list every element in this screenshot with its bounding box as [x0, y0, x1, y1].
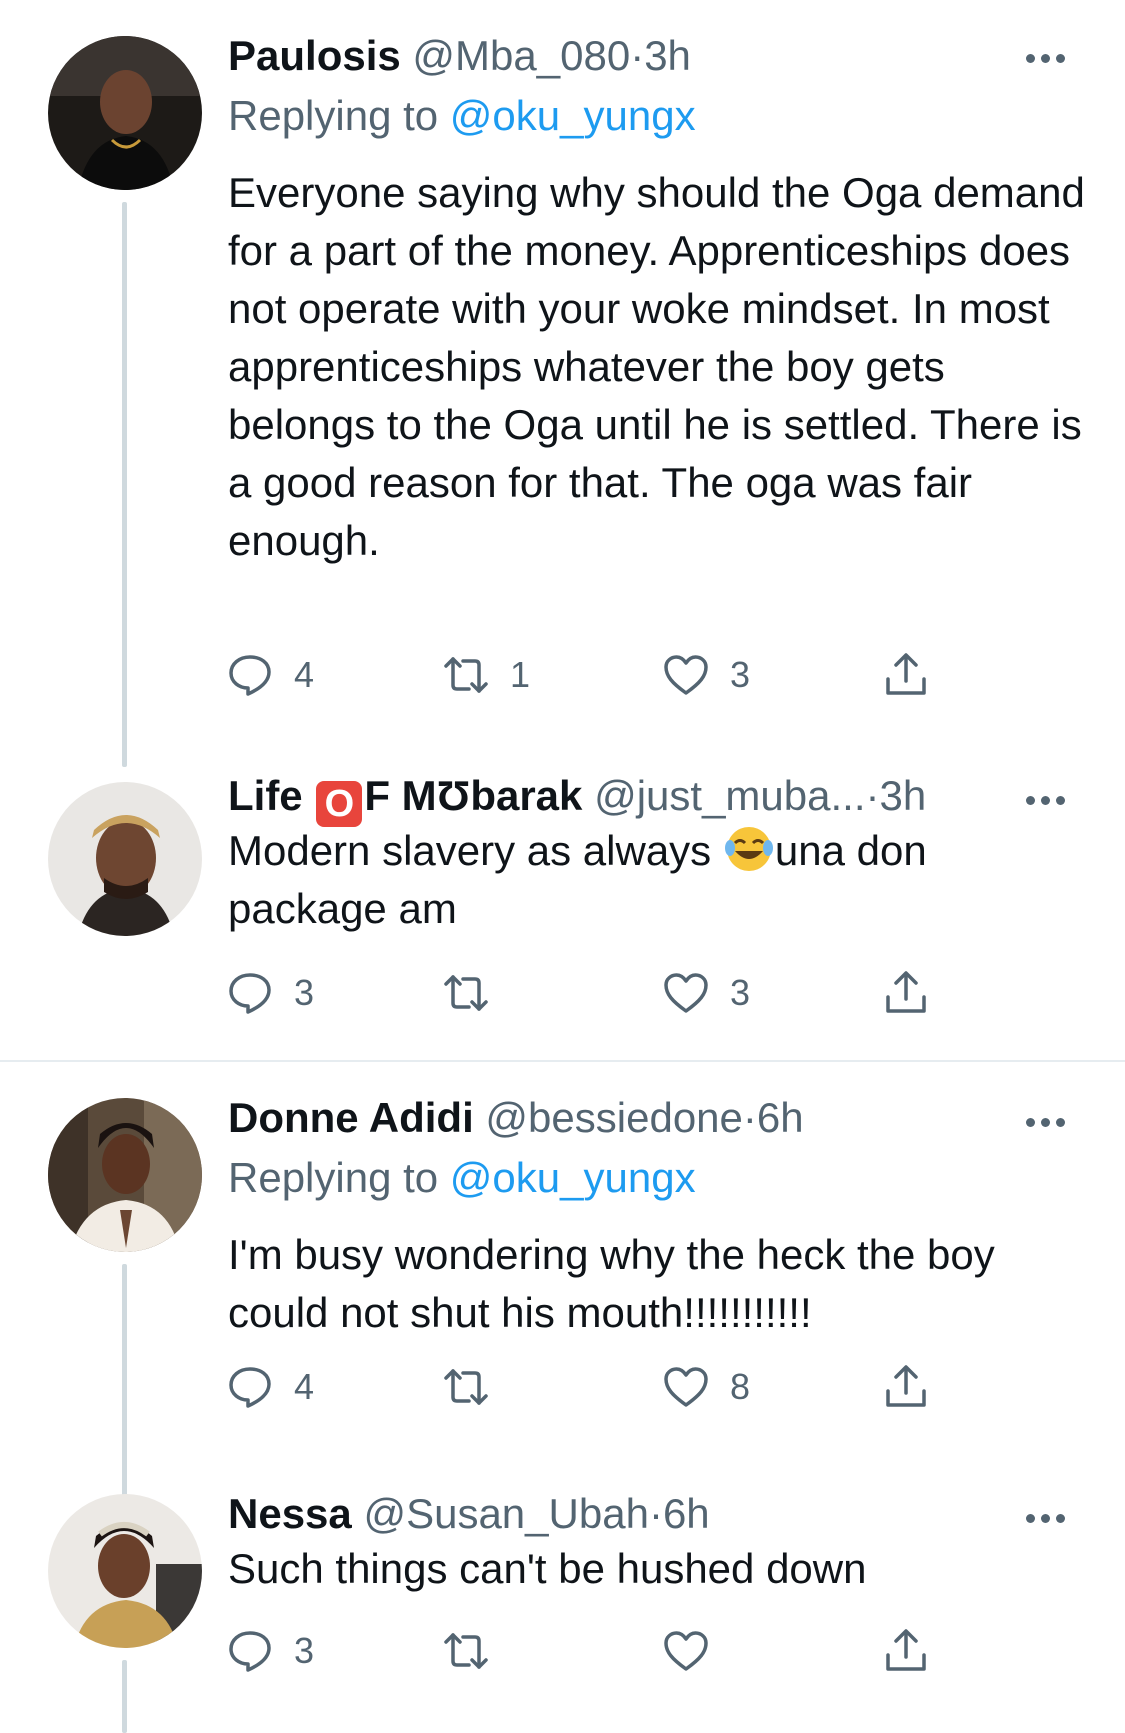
display-name-part1: Life: [228, 772, 315, 819]
retweet-button[interactable]: [442, 1362, 510, 1412]
retweet-button[interactable]: 1: [442, 650, 530, 700]
share-icon: [886, 1629, 926, 1671]
timestamp[interactable]: 6h: [663, 1490, 710, 1537]
reply-icon: [229, 973, 271, 1014]
tweet-header: Life OF MƱbarak @just_muba...·3h: [228, 770, 926, 827]
share-button[interactable]: [882, 968, 930, 1018]
share-icon: [886, 653, 926, 695]
tweet-text: I'm busy wondering why the heck the boy …: [228, 1231, 995, 1336]
reply-mention-link[interactable]: @oku_yungx: [450, 1154, 696, 1201]
heart-icon: [664, 1367, 708, 1407]
display-name[interactable]: Paulosis: [228, 32, 401, 79]
tweet-text: Everyone saying why should the Oga deman…: [228, 169, 1085, 564]
retweet-icon: [444, 975, 488, 1011]
reply-button[interactable]: 3: [226, 1626, 314, 1676]
tweet-header: Donne Adidi @bessiedone·6h: [228, 1092, 804, 1144]
tweet-text: Modern slavery as always una don package…: [228, 822, 1088, 938]
retweet-button[interactable]: [442, 1626, 510, 1676]
share-icon: [886, 971, 926, 1013]
replying-to-label: Replying to: [228, 92, 450, 139]
like-count: 3: [730, 972, 751, 1013]
separator-dot: ·: [865, 772, 880, 819]
reply-count: 3: [294, 972, 315, 1013]
share-button[interactable]: [882, 1626, 930, 1676]
share-icon: [886, 1365, 926, 1407]
display-name[interactable]: Donne Adidi: [228, 1094, 474, 1141]
retweet-icon: [444, 657, 488, 693]
tweet-actions: 3: [226, 1626, 946, 1676]
replying-to: Replying to @oku_yungx: [228, 90, 696, 142]
retweet-icon: [444, 1633, 488, 1669]
like-button[interactable]: 3: [662, 650, 750, 700]
reply-count: 4: [294, 1366, 315, 1407]
like-button[interactable]: [662, 1626, 730, 1676]
tweet-text-part1: Modern slavery as always: [228, 827, 723, 874]
share-button[interactable]: [882, 650, 930, 700]
share-button[interactable]: [882, 1362, 930, 1412]
user-handle[interactable]: @just_muba...: [594, 772, 865, 819]
display-name[interactable]: Nessa: [228, 1490, 352, 1537]
timestamp[interactable]: 3h: [880, 772, 927, 819]
more-options-icon[interactable]: [1026, 1510, 1074, 1524]
more-options-icon[interactable]: [1026, 50, 1074, 64]
retweet-count: 1: [510, 654, 531, 695]
reply-mention-link[interactable]: @oku_yungx: [450, 92, 696, 139]
display-name[interactable]: Life OF MƱbarak: [228, 772, 583, 827]
avatar[interactable]: [48, 1494, 202, 1648]
user-handle[interactable]: @Mba_080: [412, 32, 630, 79]
retweet-icon: [444, 1369, 488, 1405]
tweet-text: Such things can't be hushed down: [228, 1545, 867, 1592]
user-handle[interactable]: @Susan_Ubah: [363, 1490, 649, 1537]
separator-dot: ·: [742, 1094, 757, 1141]
avatar[interactable]: [48, 782, 202, 936]
tweet-actions: 3 3: [226, 968, 946, 1018]
replying-to-label: Replying to: [228, 1154, 450, 1201]
like-count: 8: [730, 1366, 751, 1407]
tweet-header: Nessa @Susan_Ubah·6h: [228, 1488, 710, 1540]
more-options-icon[interactable]: [1026, 1114, 1074, 1128]
tweet-donne-adidi[interactable]: Donne Adidi @bessiedone·6h Replying to @…: [0, 1062, 1125, 1542]
timestamp[interactable]: 3h: [644, 32, 691, 79]
avatar-image: [48, 782, 202, 936]
reply-icon: [229, 1631, 271, 1672]
avatar[interactable]: [48, 1098, 202, 1252]
like-count: 3: [730, 654, 751, 695]
tweet-paulosis[interactable]: Paulosis @Mba_080·3h Replying to @oku_yu…: [0, 0, 1125, 770]
more-options-icon[interactable]: [1026, 792, 1074, 806]
thread-line: [122, 1660, 127, 1733]
heart-icon: [664, 1631, 708, 1671]
reply-icon: [229, 1367, 271, 1408]
reply-button[interactable]: 3: [226, 968, 314, 1018]
reply-count: 4: [294, 654, 315, 695]
thread-line: [122, 202, 127, 767]
laughing-tears-emoji-icon: [724, 827, 773, 871]
reply-button[interactable]: 4: [226, 1362, 314, 1412]
reply-count: 3: [294, 1630, 315, 1671]
tweet-actions: 4 1 3: [226, 650, 946, 700]
like-button[interactable]: 8: [662, 1362, 750, 1412]
reply-button[interactable]: 4: [226, 650, 314, 700]
replying-to: Replying to @oku_yungx: [228, 1152, 696, 1204]
tweet-life-of-mubarak[interactable]: Life OF MƱbarak @just_muba...·3h Modern …: [0, 770, 1125, 1060]
retweet-button[interactable]: [442, 968, 510, 1018]
heart-icon: [664, 973, 708, 1013]
heart-icon: [664, 655, 708, 695]
tweet-header: Paulosis @Mba_080·3h: [228, 30, 691, 82]
reply-icon: [229, 655, 271, 696]
avatar-image: [48, 1098, 202, 1252]
o-button-emoji-icon: O: [316, 781, 363, 827]
timestamp[interactable]: 6h: [757, 1094, 804, 1141]
avatar[interactable]: [48, 36, 202, 190]
separator-dot: ·: [630, 32, 645, 79]
avatar-image: [48, 1494, 202, 1648]
display-name-part2: F MƱbarak: [364, 772, 583, 819]
tweet-nessa[interactable]: Nessa @Susan_Ubah·6h Such things can't b…: [0, 1480, 1125, 1733]
tweet-actions: 4 8: [226, 1362, 946, 1412]
avatar-image: [48, 36, 202, 190]
separator-dot: ·: [648, 1490, 663, 1537]
user-handle[interactable]: @bessiedone: [485, 1094, 742, 1141]
like-button[interactable]: 3: [662, 968, 750, 1018]
